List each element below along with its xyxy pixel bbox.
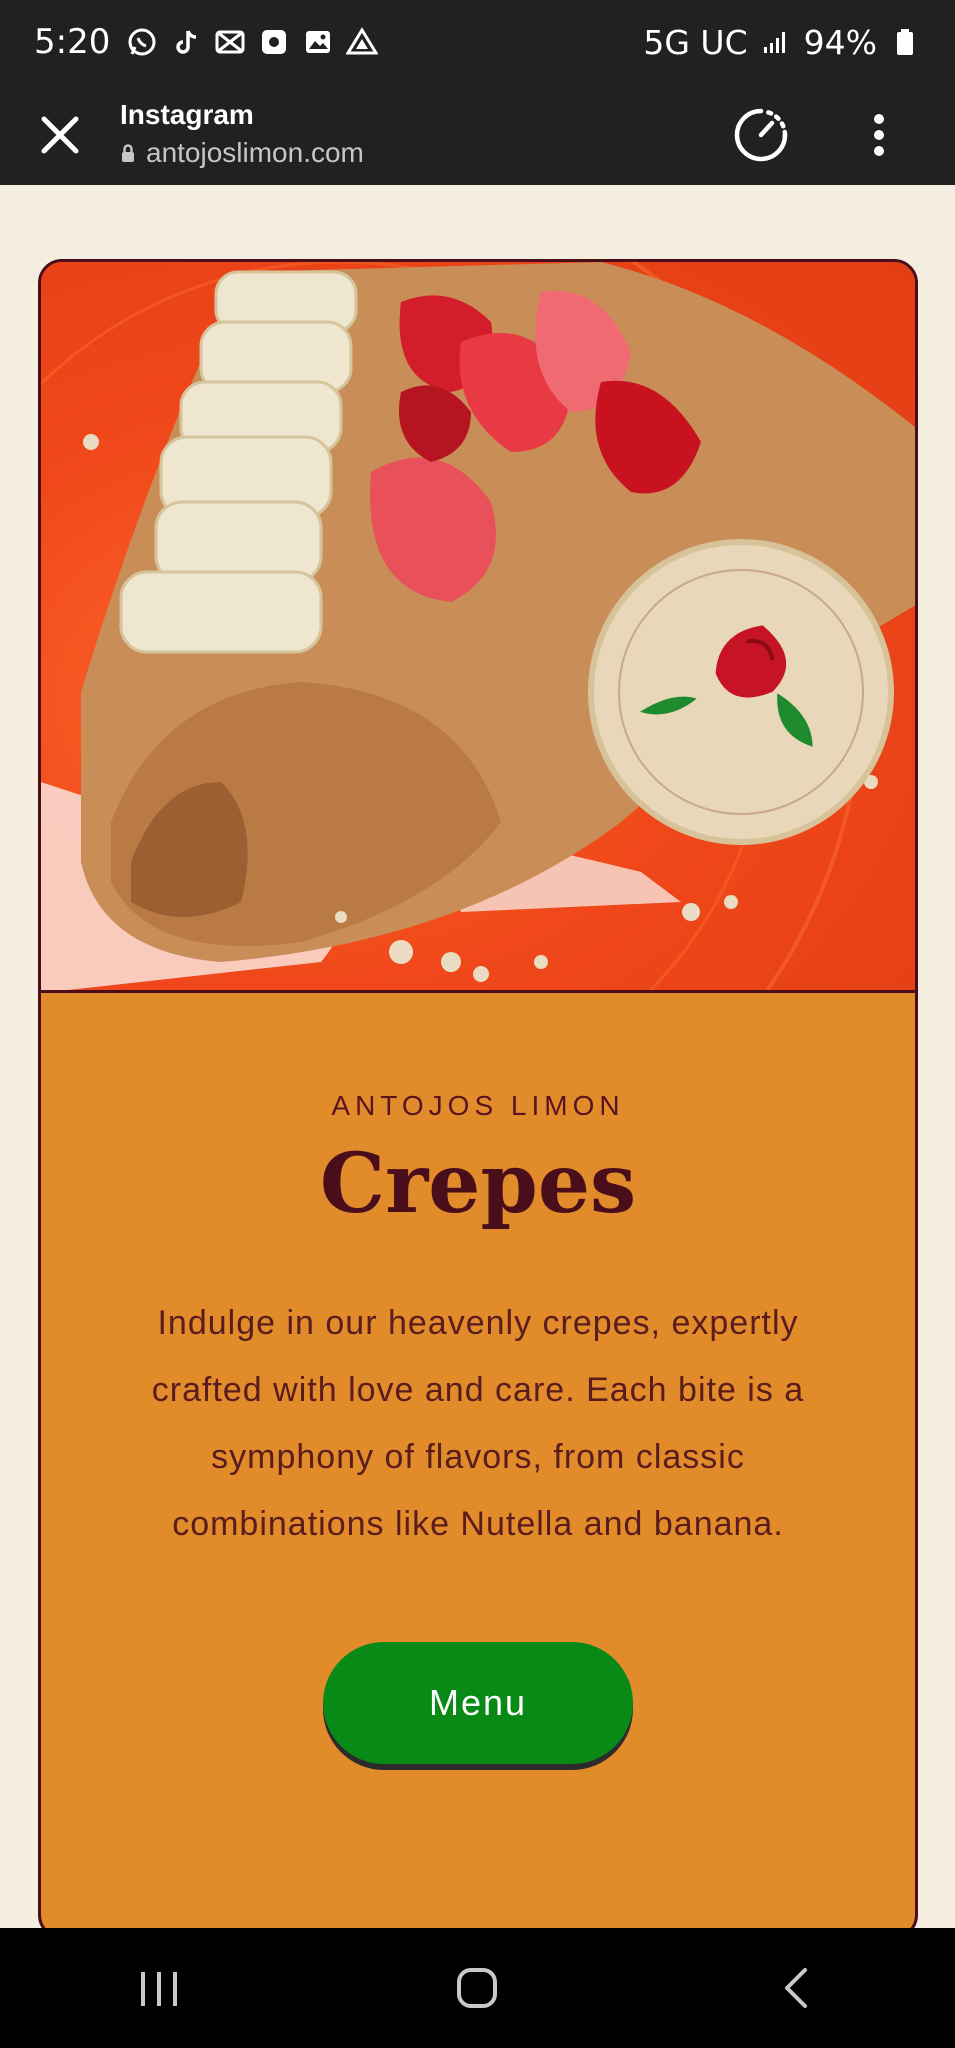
back-icon bbox=[784, 1968, 807, 2008]
status-bar: 5:20 5G UC 94% bbox=[0, 0, 955, 84]
capcut-icon bbox=[214, 26, 246, 58]
browser-actions bbox=[729, 103, 911, 167]
menu-button[interactable]: Menu bbox=[323, 1642, 633, 1764]
crepes-hero-image bbox=[41, 262, 915, 993]
home-icon bbox=[457, 1968, 498, 2008]
crepes-description: Indulge in our heavenly crepes, expertly… bbox=[151, 1304, 805, 1543]
signal-icon bbox=[760, 26, 792, 58]
camera-app-icon bbox=[258, 26, 290, 58]
recents-button[interactable] bbox=[114, 1948, 204, 2028]
tiktok-icon bbox=[170, 26, 202, 58]
status-time: 5:20 bbox=[34, 22, 111, 62]
browser-title: Instagram bbox=[120, 98, 254, 130]
battery-label: 94% bbox=[803, 22, 877, 62]
card-body: ANTOJOS LIMON Crepes Indulge in our heav… bbox=[41, 993, 915, 1764]
crepes-card: ANTOJOS LIMON Crepes Indulge in our heav… bbox=[38, 259, 918, 1939]
back-button[interactable] bbox=[751, 1948, 841, 2028]
battery-icon bbox=[889, 26, 921, 58]
home-button[interactable] bbox=[432, 1948, 522, 2028]
brand-kicker: ANTOJOS LIMON bbox=[331, 1090, 625, 1121]
drive-icon bbox=[346, 26, 379, 58]
whatsapp-icon bbox=[126, 26, 158, 58]
recents-icon bbox=[141, 1972, 178, 2006]
browser-app-bar: Instagram antojoslimon.com bbox=[0, 84, 955, 185]
system-nav-bar bbox=[0, 1928, 955, 2048]
browser-url: antojoslimon.com bbox=[146, 136, 364, 168]
page-title: Crepes bbox=[319, 1136, 637, 1232]
status-left: 5:20 bbox=[34, 22, 379, 62]
crepe-photo-illustration bbox=[41, 262, 915, 990]
browser-titles: Instagram antojoslimon.com bbox=[120, 97, 729, 173]
more-options-button[interactable] bbox=[847, 103, 911, 167]
speedometer-button[interactable] bbox=[729, 103, 793, 167]
network-label: 5G UC bbox=[643, 22, 748, 62]
more-vertical-icon bbox=[874, 113, 884, 156]
browser-url-row[interactable]: antojoslimon.com bbox=[120, 133, 729, 173]
speedometer-icon bbox=[734, 108, 788, 161]
lock-icon bbox=[122, 143, 134, 162]
close-button[interactable] bbox=[30, 105, 90, 165]
close-icon bbox=[41, 116, 79, 153]
status-right: 5G UC 94% bbox=[643, 23, 921, 62]
gallery-icon bbox=[302, 26, 334, 58]
